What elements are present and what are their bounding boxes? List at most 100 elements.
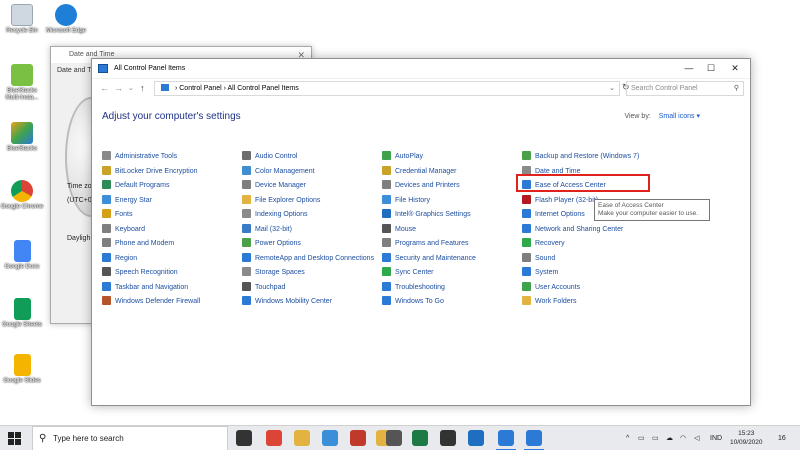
control-panel-item[interactable]: Region [102,252,242,268]
cloud-icon[interactable]: ☁ [666,426,673,450]
date-time-app-icon[interactable] [498,430,514,446]
forward-arrow-icon[interactable]: → [114,83,123,93]
control-panel-item[interactable]: Sound [522,252,662,268]
control-panel-item[interactable]: Administrative Tools [102,151,242,166]
control-panel-item[interactable]: Indexing Options [242,209,382,224]
control-panel-item[interactable]: Storage Spaces [242,267,382,282]
taskbar-search-input[interactable]: ⚲ Type here to search [32,426,228,450]
desktop-icon-google-sheets[interactable]: Google Sheets [0,298,44,329]
control-panel-item[interactable]: Troubleshooting [382,281,522,297]
minimize-button[interactable]: — [678,61,700,75]
control-panel-item[interactable]: Speech Recognition [102,267,242,282]
volume-icon[interactable]: ◁ [694,426,699,450]
control-panel-item[interactable]: RemoteApp and Desktop Connections [242,252,382,268]
settings-icon[interactable] [440,430,456,446]
folder-options-icon [242,194,251,204]
search-placeholder: Search Control Panel [631,85,698,92]
maximize-button[interactable]: ☐ [700,61,722,75]
control-panel-item[interactable]: Color Management [242,165,382,181]
control-panel-item[interactable]: Device Manager [242,180,382,195]
control-panel-item[interactable]: Mouse [382,223,522,239]
language-indicator[interactable]: IND [710,426,722,450]
control-panel-item[interactable]: Fonts [102,209,242,224]
control-panel-item[interactable]: File Explorer Options [242,194,382,210]
control-panel-item[interactable]: Date and Time [522,165,662,181]
control-panel-item[interactable]: Energy Star [102,194,242,210]
control-panel-item[interactable]: BitLocker Drive Encryption [102,165,242,181]
control-panel-item[interactable]: File History [382,194,522,210]
control-panel-item[interactable]: Recovery [522,238,662,253]
desktop-icon-google-docs[interactable]: Google Docs [0,240,44,271]
view-by-dropdown[interactable]: Small icons ▾ [659,113,700,120]
control-panel-item[interactable]: Taskbar and Navigation [102,281,242,297]
desktop-icon-edge[interactable]: Microsoft Edge [44,4,88,35]
breadcrumb-all-items[interactable]: All Control Panel Items [228,85,299,92]
control-panel-item[interactable]: Phone and Modem [102,238,242,253]
control-panel-item[interactable]: Windows Defender Firewall [102,296,242,311]
control-panel-item[interactable]: Security and Maintenance [382,252,522,268]
control-panel-item[interactable]: Windows Mobility Center [242,296,382,311]
control-panel-item-label: Flash Player (32-bit) [535,196,599,204]
task-view-icon[interactable] [236,430,252,446]
windows-logo-icon [8,432,14,438]
desktop-icon-chrome[interactable]: Google Chrome [0,180,44,211]
desktop-icon-bluestacks-multi[interactable]: BlueStacks Multi-Insta... [0,64,44,102]
control-panel-item[interactable]: Backup and Restore (Windows 7) [522,151,662,166]
up-arrow-icon[interactable]: ↑ [140,83,145,93]
control-panel-item[interactable]: Audio Control [242,151,382,166]
time-zone-label: Time zo [67,183,92,190]
app-red-icon[interactable] [350,430,366,446]
address-box[interactable]: › Control Panel › All Control Panel Item… [154,81,620,96]
control-panel-item[interactable]: Sync Center [382,267,522,282]
chevron-down-icon[interactable]: ⌄ [609,82,615,95]
back-arrow-icon[interactable]: ← [100,83,109,93]
tray-overflow-icon[interactable]: ^ [626,426,629,450]
system-icon [522,267,531,276]
start-button[interactable] [8,432,21,445]
control-panel-window[interactable]: All Control Panel Items — ☐ ✕ ← → ⌄ ↑ › … [91,58,751,406]
loading-app-icon[interactable] [386,430,402,446]
page-title: Adjust your computer's settings [102,111,241,122]
file-explorer-icon[interactable] [294,430,310,446]
photos-icon[interactable] [468,430,484,446]
control-panel-item[interactable]: Programs and Features [382,238,522,253]
control-panel-item[interactable]: Ease of Access Center [522,180,662,195]
control-panel-item[interactable]: Devices and Printers [382,180,522,195]
control-panel-item[interactable]: Intel® Graphics Settings [382,209,522,224]
control-panel-item[interactable]: Windows To Go [382,296,522,311]
recent-dropdown-icon[interactable]: ⌄ [128,84,134,92]
control-panel-item[interactable]: System [522,267,662,282]
control-panel-item[interactable]: Work Folders [522,296,662,311]
excel-icon[interactable] [412,430,428,446]
tray-app-icon[interactable]: ▭ [652,426,659,450]
control-panel-item[interactable]: Credential Manager [382,165,522,181]
desktop-icon-recycle-bin[interactable]: Recycle Bin [0,4,44,35]
control-panel-item[interactable]: Default Programs [102,180,242,195]
desktop-icon-google-slides[interactable]: Google Slides [0,354,44,385]
desktop-icon-bluestacks[interactable]: BlueStacks [0,122,44,153]
control-panel-item[interactable]: Power Options [242,238,382,253]
control-panel-app-icon[interactable] [526,430,542,446]
control-panel-item[interactable]: AutoPlay [382,151,522,166]
control-panel-item[interactable]: User Accounts [522,281,662,297]
control-panel-item[interactable]: Touchpad [242,281,382,297]
control-panel-titlebar[interactable]: All Control Panel Items — ☐ ✕ [92,59,750,79]
search-input[interactable]: Search Control Panel ⚲ [626,81,744,96]
wifi-icon[interactable]: ◠ [680,426,686,450]
breadcrumb-separator-icon: › [174,85,178,92]
mobility-icon [242,296,251,305]
paint-icon[interactable] [322,430,338,446]
tooltip-description: Make your computer easier to use. [598,210,699,217]
control-panel-item[interactable]: Keyboard [102,223,242,239]
chrome-icon[interactable] [266,430,282,446]
tray-app-icon[interactable]: ▭ [638,426,645,450]
control-panel-item-label: Mail (32-bit) [255,225,292,233]
control-panel-item[interactable]: Network and Sharing Center [522,223,662,239]
tab-date-and-time[interactable]: Date and Ti [57,67,93,74]
close-button[interactable]: ✕ [724,61,746,75]
taskbar-clock[interactable]: 15:23 10/09/2020 [730,429,763,447]
notification-center-icon[interactable]: 16 [778,426,786,450]
network-icon [522,223,531,233]
control-panel-item[interactable]: Mail (32-bit) [242,223,382,239]
breadcrumb-control-panel[interactable]: Control Panel [179,85,221,92]
